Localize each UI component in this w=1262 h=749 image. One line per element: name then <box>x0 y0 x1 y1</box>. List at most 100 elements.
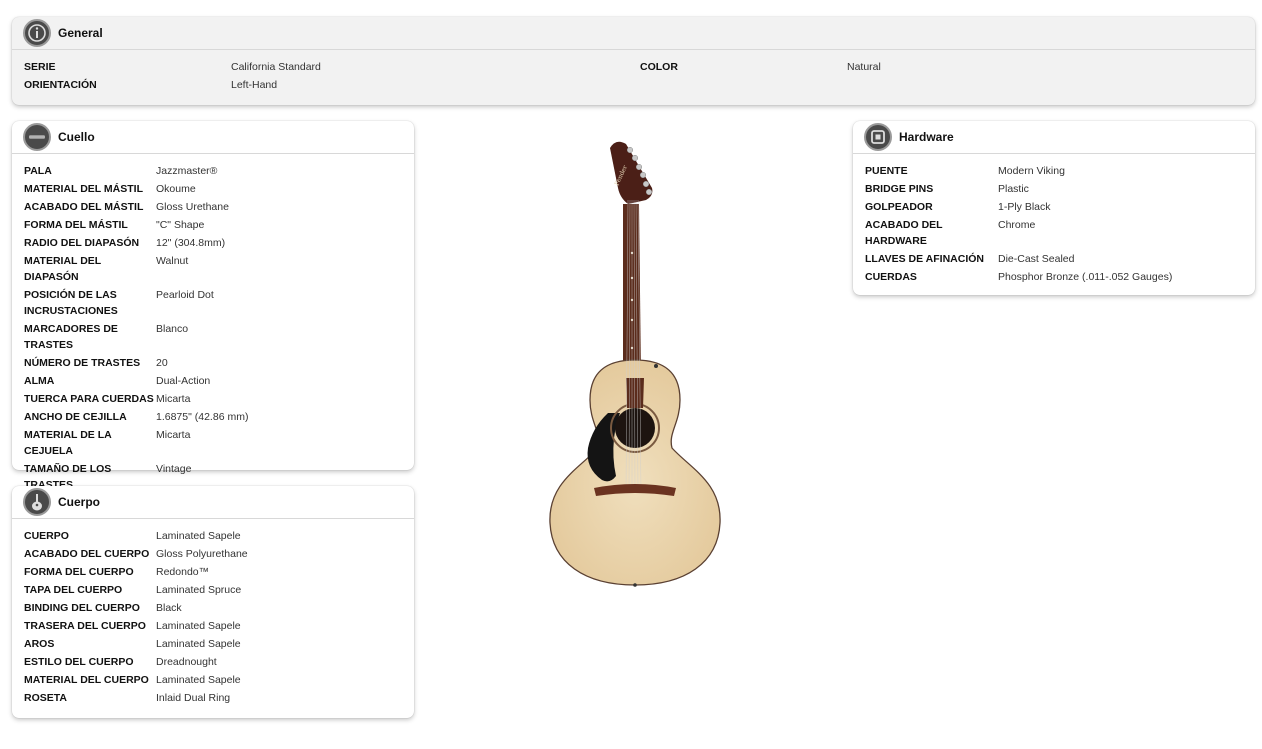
spec-row: ACABADO DEL HARDWARE Chrome <box>865 217 1255 249</box>
spec-row: CUERDAS Phosphor Bronze (.011-.052 Gauges… <box>865 269 1255 285</box>
spec-value-marcadores-de-trastes: Blanco <box>156 323 189 335</box>
hardware-title: Hardware <box>899 130 954 144</box>
spec-label-color: COLOR <box>640 61 678 73</box>
spec-label-serie: SERIE <box>24 61 56 73</box>
spec-row: FORMA DEL MÁSTIL "C" Shape <box>24 217 414 233</box>
spec-row: TRASERA DEL CUERPO Laminated Sapele <box>24 618 414 634</box>
spec-label-material-del-diapason: MATERIAL DEL DIAPASÓN <box>24 255 102 283</box>
spec-label-marcadores-de-trastes: MARCADORES DE TRASTES <box>24 323 118 351</box>
spec-label-radio-del-diapason: RADIO DEL DIAPASÓN <box>24 237 140 249</box>
spec-label-material-del-mastil: MATERIAL DEL MÁSTIL <box>24 183 143 195</box>
spec-label-cuerdas: CUERDAS <box>865 271 917 283</box>
spec-label-cuerpo: CUERPO <box>24 530 69 542</box>
spec-label-puente: PUENTE <box>865 165 908 177</box>
spec-label-aros: AROS <box>24 638 55 650</box>
spec-value-puente: Modern Viking <box>998 165 1065 177</box>
spec-value-numero-de-trastes: 20 <box>156 357 168 369</box>
spec-value-tuerca-para-cuerdas: Micarta <box>156 393 191 405</box>
spec-row: ROSETA Inlaid Dual Ring <box>24 690 414 706</box>
cuerpo-section: Cuerpo CUERPO Laminated Sapele ACABADO DEL… <box>12 486 414 718</box>
spec-row: MATERIAL DEL CUERPO Laminated Sapele <box>24 672 414 688</box>
spec-row: LLAVES DE AFINACIÓN Die-Cast Sealed <box>865 251 1255 267</box>
neck-icon <box>23 123 51 151</box>
spec-label-tapa-del-cuerpo: TAPA DEL CUERPO <box>24 584 123 596</box>
cuerpo-title: Cuerpo <box>58 495 100 509</box>
spec-row: MATERIAL DEL DIAPASÓN Walnut <box>24 253 414 285</box>
spec-row: TAPA DEL CUERPO Laminated Spruce <box>24 582 414 598</box>
spec-row: GOLPEADOR 1-Ply Black <box>865 199 1255 215</box>
spec-value-alma: Dual-Action <box>156 375 211 387</box>
spec-label-pala: PALA <box>24 165 52 177</box>
general-header: General <box>12 17 1255 50</box>
spec-value-acabado-del-cuerpo: Gloss Polyurethane <box>156 548 248 560</box>
spec-value-serie: California Standard <box>231 61 321 73</box>
spec-value-material-del-cuerpo: Laminated Sapele <box>156 674 241 686</box>
spec-row: CUERPO Laminated Sapele <box>24 528 414 544</box>
spec-label-acabado-del-cuerpo: ACABADO DEL CUERPO <box>24 548 150 560</box>
guitar-body-icon <box>23 488 51 516</box>
spec-label-binding-del-cuerpo: BINDING DEL CUERPO <box>24 602 140 614</box>
spec-row: TUERCA PARA CUERDAS Micarta <box>24 391 414 407</box>
spec-value-forma-del-cuerpo: Redondo™ <box>156 566 210 578</box>
spec-label-forma-del-cuerpo: FORMA DEL CUERPO <box>24 566 134 578</box>
spec-label-material-de-la-cejuela: MATERIAL DE LA CEJUELA <box>24 429 112 457</box>
spec-value-binding-del-cuerpo: Black <box>156 602 182 614</box>
spec-label-trasera-del-cuerpo: TRASERA DEL CUERPO <box>24 620 146 632</box>
spec-label-alma: ALMA <box>24 375 55 387</box>
spec-label-acabado-del-mastil: ACABADO DEL MÁSTIL <box>24 201 144 213</box>
spec-row: ACABADO DEL MÁSTIL Gloss Urethane <box>24 199 414 215</box>
spec-value-trasera-del-cuerpo: Laminated Sapele <box>156 620 241 632</box>
spec-label-acabado-del-hardware: ACABADO DEL HARDWARE <box>865 219 943 247</box>
spec-label-forma-del-mastil: FORMA DEL MÁSTIL <box>24 219 128 231</box>
spec-row: RADIO DEL DIAPASÓN 12" (304.8mm) <box>24 235 414 251</box>
spec-label-roseta: ROSETA <box>24 692 67 704</box>
general-section: General SERIE California Standard COLOR … <box>12 17 1255 105</box>
spec-value-aros: Laminated Sapele <box>156 638 241 650</box>
spec-value-material-del-mastil: Okoume <box>156 183 196 195</box>
hardware-icon <box>864 123 892 151</box>
spec-value-material-del-diapason: Walnut <box>156 255 189 267</box>
spec-row: ACABADO DEL CUERPO Gloss Polyurethane <box>24 546 414 562</box>
spec-label-tuerca-para-cuerdas: TUERCA PARA CUERDAS <box>24 393 154 405</box>
spec-value-estilo-del-cuerpo: Dreadnought <box>156 656 217 668</box>
spec-label-posicion-de-las-incrustaciones: POSICIÓN DE LAS INCRUSTACIONES <box>24 289 118 317</box>
spec-value-material-de-la-cejuela: Micarta <box>156 429 191 441</box>
spec-row: ANCHO DE CEJILLA 1.6875" (42.86 mm) <box>24 409 414 425</box>
general-title: General <box>58 26 103 40</box>
spec-label-orientacion: ORIENTACIÓN <box>24 79 97 91</box>
spec-value-cuerpo: Laminated Sapele <box>156 530 241 542</box>
spec-label-ancho-de-cejilla: ANCHO DE CEJILLA <box>24 411 127 423</box>
spec-row: POSICIÓN DE LAS INCRUSTACIONES Pearloid D… <box>24 287 414 319</box>
acoustic-guitar-image: Fender <box>540 138 730 595</box>
spec-value-roseta: Inlaid Dual Ring <box>156 692 231 704</box>
spec-row: ALMA Dual-Action <box>24 373 414 389</box>
spec-row: BINDING DEL CUERPO Black <box>24 600 414 616</box>
spec-row: FORMA DEL CUERPO Redondo™ <box>24 564 414 580</box>
spec-value-golpeador: 1-Ply Black <box>998 201 1051 213</box>
spec-value-acabado-del-hardware: Chrome <box>998 219 1036 231</box>
spec-value-ancho-de-cejilla: 1.6875" (42.86 mm) <box>156 411 249 423</box>
spec-value-llaves-de-afinacion: Die-Cast Sealed <box>998 253 1075 265</box>
spec-label-estilo-del-cuerpo: ESTILO DEL CUERPO <box>24 656 134 668</box>
spec-row: MATERIAL DEL MÁSTIL Okoume <box>24 181 414 197</box>
cuello-section: Cuello PALA Jazzmaster® MATERIAL DEL MÁSTI… <box>12 121 414 509</box>
spec-row: AROS Laminated Sapele <box>24 636 414 652</box>
spec-row: MATERIAL DE LA CEJUELA Micarta <box>24 427 414 459</box>
spec-value-orientacion: Left-Hand <box>231 79 278 91</box>
spec-label-numero-de-trastes: NÚMERO DE TRASTES <box>24 357 141 369</box>
spec-value-acabado-del-mastil: Gloss Urethane <box>156 201 229 213</box>
spec-value-radio-del-diapason: 12" (304.8mm) <box>156 237 226 249</box>
spec-row: MARCADORES DE TRASTES Blanco <box>24 321 414 353</box>
spec-row: PALA Jazzmaster® <box>24 163 414 179</box>
cuerpo-header: Cuerpo <box>12 486 414 519</box>
spec-row: NÚMERO DE TRASTES 20 <box>24 355 414 371</box>
cuello-header: Cuello <box>12 121 414 154</box>
spec-value-bridge-pins: Plastic <box>998 183 1029 195</box>
spec-label-bridge-pins: BRIDGE PINS <box>865 183 934 195</box>
info-icon <box>23 19 51 47</box>
spec-value-pala: Jazzmaster® <box>156 165 218 177</box>
hardware-section: Hardware PUENTE Modern Viking BRIDGE PINS P… <box>853 121 1255 295</box>
spec-value-color: Natural <box>847 61 881 73</box>
hardware-header: Hardware <box>853 121 1255 154</box>
spec-value-posicion-de-las-incrustaciones: Pearloid Dot <box>156 289 214 301</box>
